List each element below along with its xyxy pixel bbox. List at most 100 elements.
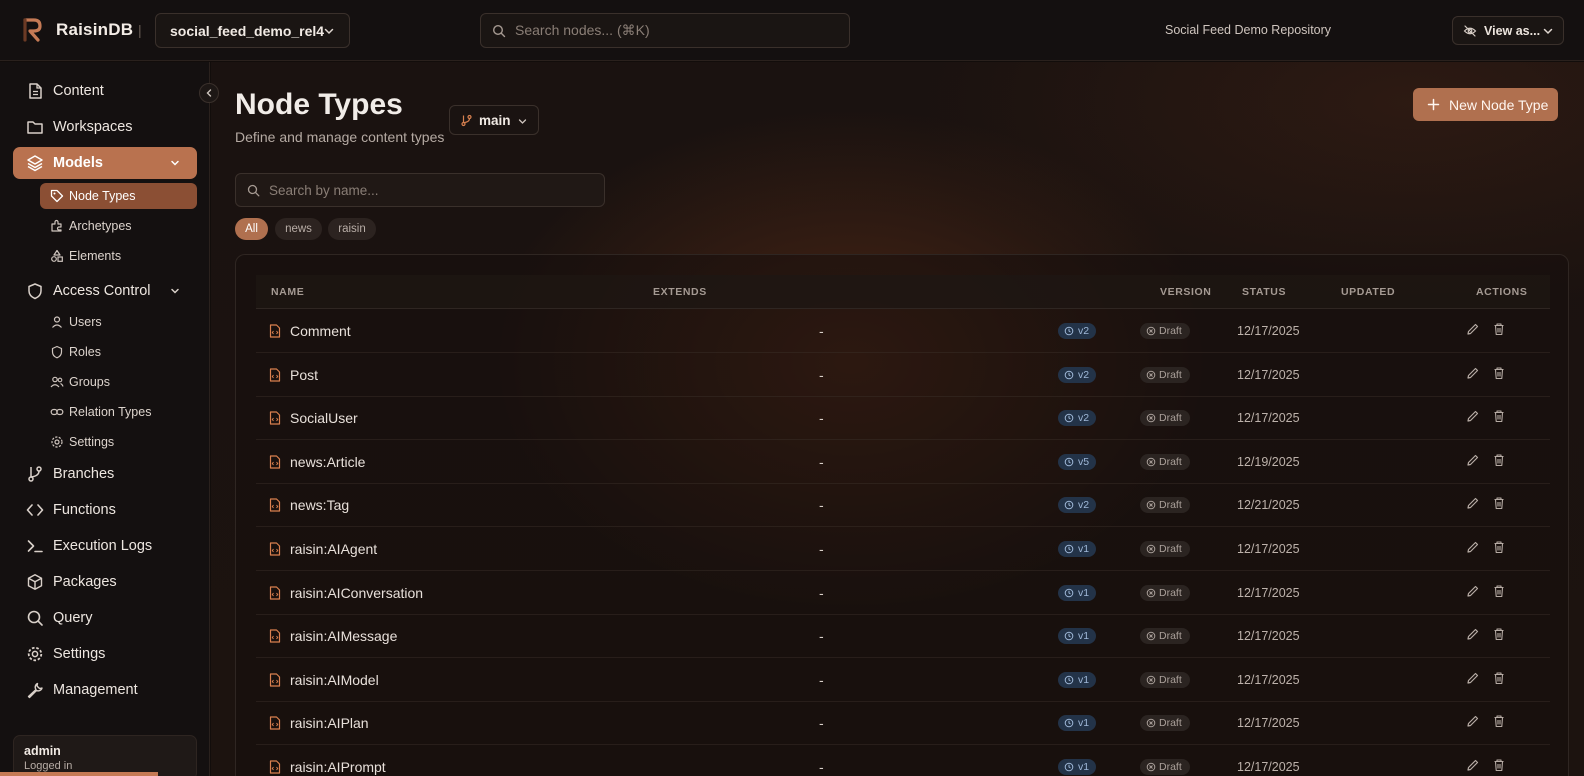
edit-button[interactable] bbox=[1466, 453, 1482, 469]
pencil-icon bbox=[1467, 759, 1479, 771]
search-by-name-input[interactable]: Search by name... bbox=[235, 173, 605, 207]
node-type-name[interactable]: Post bbox=[290, 367, 318, 383]
file-code-icon bbox=[269, 498, 281, 512]
node-type-name[interactable]: raisin:AIAgent bbox=[290, 541, 377, 557]
sidebar-subitem-label: Archetypes bbox=[69, 219, 132, 233]
sidebar-subitem-access-settings[interactable]: Settings bbox=[40, 429, 197, 455]
global-search-input[interactable]: Search nodes... (⌘K) bbox=[480, 13, 850, 48]
edit-button[interactable] bbox=[1466, 584, 1482, 600]
code-icon bbox=[26, 501, 44, 519]
delete-button[interactable] bbox=[1492, 366, 1508, 382]
node-type-name[interactable]: raisin:AIMessage bbox=[290, 628, 397, 644]
repository-select[interactable]: social_feed_demo_rel4 bbox=[155, 13, 350, 48]
view-as-button[interactable]: View as... bbox=[1452, 16, 1564, 45]
sidebar-item-settings[interactable]: Settings bbox=[13, 638, 197, 670]
sidebar-subitem-node-types[interactable]: Node Types bbox=[40, 183, 197, 209]
sidebar-collapse-button[interactable] bbox=[199, 83, 219, 103]
node-type-name[interactable]: news:Tag bbox=[290, 497, 349, 513]
delete-button[interactable] bbox=[1492, 453, 1508, 469]
sidebar-item-execution-logs[interactable]: Execution Logs bbox=[13, 530, 197, 562]
node-type-extends: - bbox=[819, 671, 824, 688]
node-type-name[interactable]: raisin:AIModel bbox=[290, 672, 379, 688]
edit-button[interactable] bbox=[1466, 540, 1482, 556]
table-header: NAME EXTENDS VERSION STATUS UPDATED ACTI… bbox=[256, 275, 1550, 309]
table-row[interactable]: raisin:AIAgent - v1 Draft 12/17/2025 bbox=[256, 527, 1550, 571]
sidebar-item-content[interactable]: Content bbox=[13, 75, 197, 107]
version-badge: v1 bbox=[1058, 671, 1096, 688]
delete-button[interactable] bbox=[1492, 758, 1508, 774]
sidebar-item-packages[interactable]: Packages bbox=[13, 566, 197, 598]
delete-button[interactable] bbox=[1492, 409, 1508, 425]
table-row[interactable]: Comment - v2 Draft 12/17/2025 bbox=[256, 309, 1550, 353]
sidebar-subitem-users[interactable]: Users bbox=[40, 309, 197, 335]
edit-button[interactable] bbox=[1466, 409, 1482, 425]
table-row[interactable]: Post - v2 Draft 12/17/2025 bbox=[256, 353, 1550, 397]
sidebar-subitem-archetypes[interactable]: Archetypes bbox=[40, 213, 197, 239]
sidebar-item-label: Settings bbox=[53, 646, 106, 662]
sidebar-subitem-elements[interactable]: Elements bbox=[40, 243, 197, 269]
sidebar-item-management[interactable]: Management bbox=[13, 674, 197, 706]
edit-button[interactable] bbox=[1466, 671, 1482, 687]
node-type-name[interactable]: Comment bbox=[290, 323, 351, 339]
table-row[interactable]: raisin:AIPrompt - v1 Draft 12/17/2025 bbox=[256, 745, 1550, 776]
node-type-name[interactable]: SocialUser bbox=[290, 410, 358, 426]
edit-button[interactable] bbox=[1466, 366, 1482, 382]
filter-chip-news[interactable]: news bbox=[275, 218, 322, 240]
node-type-name[interactable]: raisin:AIPlan bbox=[290, 715, 369, 731]
edit-button[interactable] bbox=[1466, 758, 1482, 774]
pencil-icon bbox=[1467, 716, 1479, 727]
sidebar-item-query[interactable]: Query bbox=[13, 602, 197, 634]
edit-button[interactable] bbox=[1466, 496, 1482, 512]
filter-chip-all[interactable]: All bbox=[235, 218, 268, 240]
column-header-extends[interactable]: EXTENDS bbox=[653, 286, 707, 298]
trash-icon bbox=[1494, 628, 1504, 641]
chevron-down-icon bbox=[169, 285, 181, 297]
sidebar-subitem-roles[interactable]: Roles bbox=[40, 339, 197, 365]
edit-button[interactable] bbox=[1466, 322, 1482, 338]
sidebar-subitem-groups[interactable]: Groups bbox=[40, 369, 197, 395]
column-header-name[interactable]: NAME bbox=[271, 286, 304, 298]
pencil-icon bbox=[1467, 454, 1479, 466]
node-type-name[interactable]: raisin:AIConversation bbox=[290, 585, 423, 601]
user-card[interactable]: admin Logged in bbox=[13, 735, 197, 776]
table-row[interactable]: raisin:AIConversation - v1 Draft 12/17/2… bbox=[256, 571, 1550, 615]
sidebar-item-access-control[interactable]: Access Control bbox=[13, 275, 197, 307]
sidebar-subitem-relation-types[interactable]: Relation Types bbox=[40, 399, 197, 425]
pencil-icon bbox=[1467, 411, 1479, 422]
column-header-updated[interactable]: UPDATED bbox=[1341, 286, 1395, 298]
table-row[interactable]: SocialUser - v2 Draft 12/17/2025 bbox=[256, 396, 1550, 441]
raisindb-logo-icon[interactable] bbox=[22, 17, 44, 43]
table-row[interactable]: raisin:AIPlan - v1 Draft 12/17/2025 bbox=[256, 701, 1550, 746]
edit-button[interactable] bbox=[1466, 714, 1482, 730]
node-type-name[interactable]: raisin:AIPrompt bbox=[290, 759, 386, 775]
table-row[interactable]: news:Tag - v2 Draft 12/21/2025 bbox=[256, 483, 1550, 528]
gear-icon bbox=[50, 435, 64, 449]
edit-button[interactable] bbox=[1466, 627, 1482, 643]
new-node-type-button[interactable]: New Node Type bbox=[1413, 88, 1558, 121]
version-badge: v1 bbox=[1058, 759, 1096, 775]
branch-select[interactable]: main bbox=[449, 105, 539, 135]
sidebar-item-models[interactable]: Models bbox=[13, 147, 197, 179]
sidebar-item-workspaces[interactable]: Workspaces bbox=[13, 111, 197, 143]
node-type-name[interactable]: news:Article bbox=[290, 454, 365, 470]
table-row[interactable]: raisin:AIModel - v1 Draft 12/17/2025 bbox=[256, 658, 1550, 702]
table-row[interactable]: news:Article - v5 Draft 12/19/2025 bbox=[256, 440, 1550, 484]
delete-button[interactable] bbox=[1492, 671, 1508, 687]
column-header-status[interactable]: STATUS bbox=[1242, 286, 1286, 298]
delete-button[interactable] bbox=[1492, 714, 1508, 730]
version-badge: v2 bbox=[1058, 366, 1096, 383]
filter-chip-raisin[interactable]: raisin bbox=[328, 218, 376, 240]
delete-button[interactable] bbox=[1492, 627, 1508, 643]
sidebar-item-functions[interactable]: Functions bbox=[13, 494, 197, 526]
table-row[interactable]: raisin:AIMessage - v1 Draft 12/17/2025 bbox=[256, 614, 1550, 659]
sidebar-item-label: Functions bbox=[53, 502, 116, 518]
page-subtitle: Define and manage content types bbox=[235, 129, 445, 145]
sidebar-item-branches[interactable]: Branches bbox=[13, 458, 197, 490]
file-code-icon bbox=[269, 585, 281, 600]
delete-button[interactable] bbox=[1492, 540, 1508, 556]
delete-button[interactable] bbox=[1492, 584, 1508, 600]
delete-button[interactable] bbox=[1492, 322, 1508, 338]
history-icon bbox=[1064, 457, 1074, 467]
delete-button[interactable] bbox=[1492, 496, 1508, 512]
column-header-version[interactable]: VERSION bbox=[1160, 286, 1211, 298]
